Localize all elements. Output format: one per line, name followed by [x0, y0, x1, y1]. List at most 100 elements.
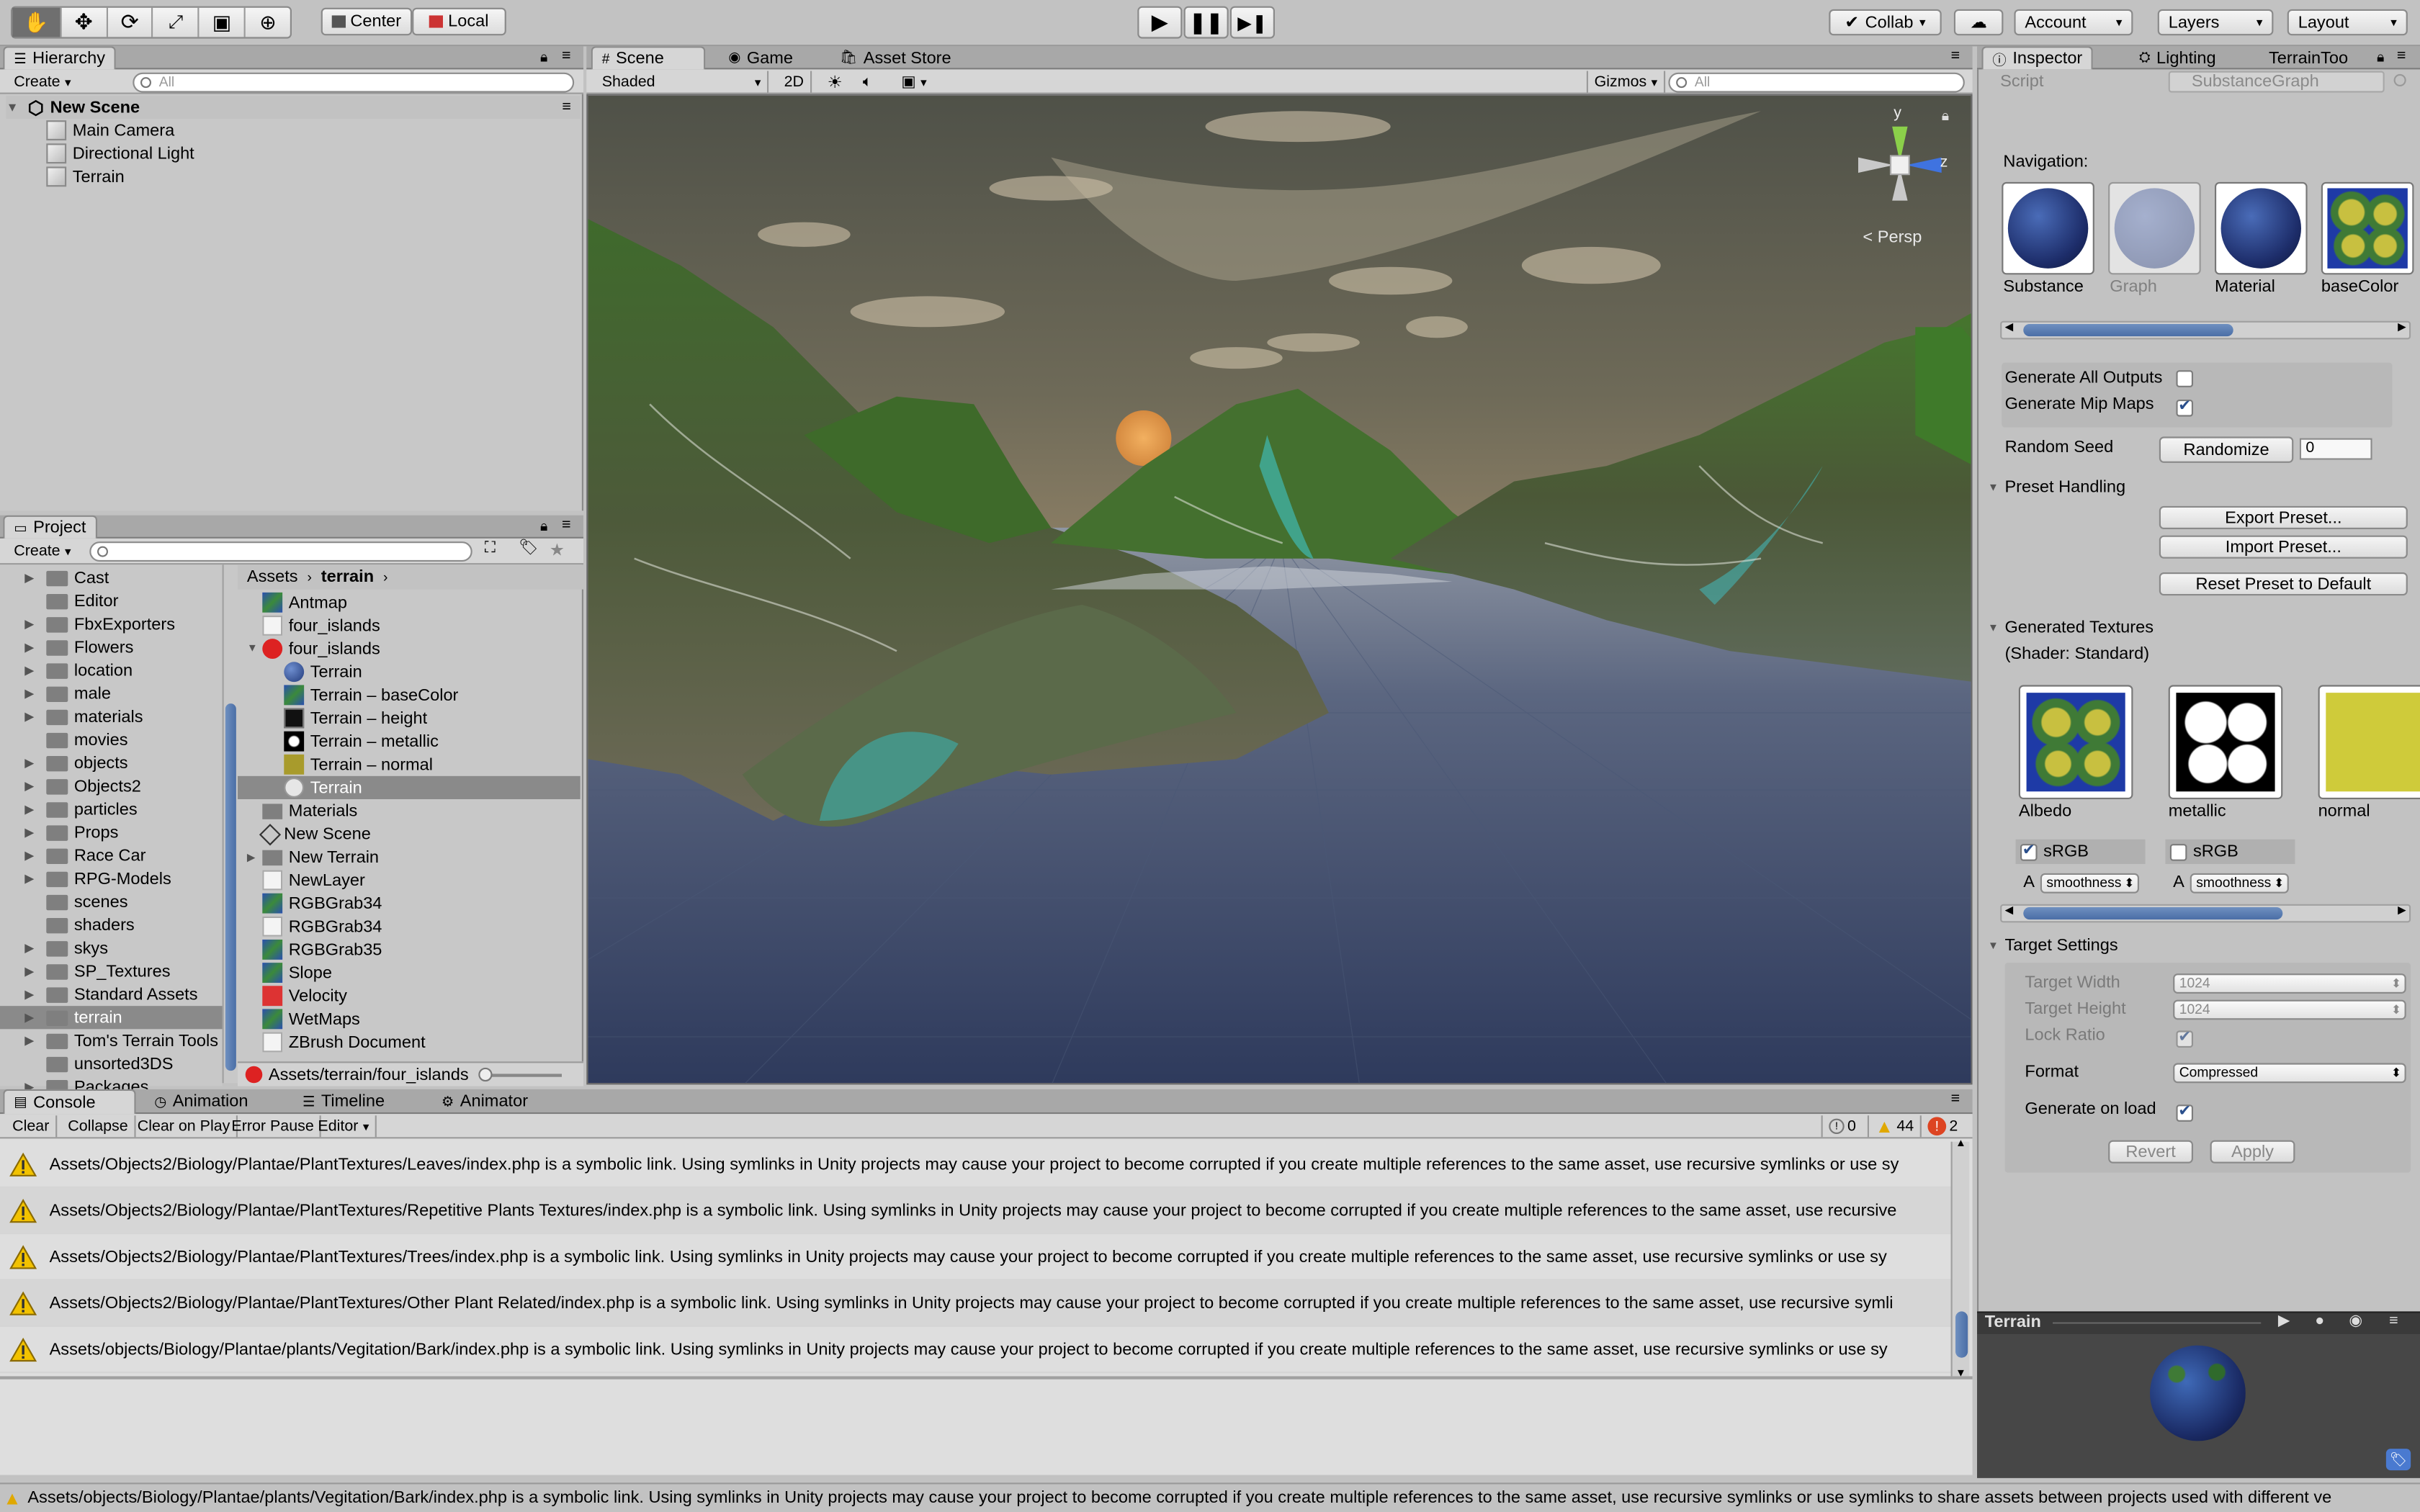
folder-item[interactable]: ▶ Standard Assets: [0, 983, 223, 1006]
asset-item[interactable]: ZBrush Document: [238, 1030, 581, 1053]
favorite-star-icon[interactable]: ★: [550, 540, 565, 560]
console-log-entry[interactable]: Assets/objects/Biology/Plantae/plants/Ve…: [0, 1326, 1951, 1374]
generate-on-load-checkbox[interactable]: ✔: [2176, 1102, 2193, 1121]
tab-animator[interactable]: ⚙ Animator: [432, 1089, 537, 1114]
folder-item[interactable]: unsorted3DS: [0, 1052, 223, 1075]
rotate-tool-icon[interactable]: ⟳: [106, 7, 152, 37]
metallic-texture-thumb[interactable]: [2168, 685, 2283, 799]
rect-tool-icon[interactable]: ▣: [197, 7, 244, 37]
effects-dropdown-icon[interactable]: ▣: [895, 71, 933, 93]
move-tool-icon[interactable]: ✥: [60, 7, 106, 37]
folder-item[interactable]: ▶ Props: [0, 821, 223, 844]
asset-item[interactable]: NewLayer: [238, 868, 581, 891]
account-dropdown[interactable]: Account ▾: [2014, 9, 2133, 36]
project-search-input[interactable]: [89, 541, 472, 562]
asset-item[interactable]: RGBGrab35: [238, 938, 581, 961]
folder-item[interactable]: ▶ particles: [0, 798, 223, 821]
normal-texture-thumb[interactable]: [2318, 685, 2420, 799]
hierarchy-item[interactable]: Main Camera: [46, 119, 174, 142]
tab-project[interactable]: ▭ Project: [3, 515, 97, 539]
nav-substance-thumb[interactable]: [2002, 181, 2094, 275]
error-count-toggle[interactable]: ! 2: [1919, 1115, 1964, 1138]
metallic-srgb-toggle[interactable]: sRGB: [2165, 839, 2295, 864]
icon-size-slider[interactable]: [481, 1074, 562, 1077]
reset-preset-button[interactable]: Reset Preset to Default: [2159, 572, 2408, 596]
lock-icon[interactable]: 🔒︎: [540, 50, 547, 67]
folder-item[interactable]: ▶ male: [0, 682, 223, 705]
gizmo-lock-icon[interactable]: 🔒︎: [1942, 108, 1949, 125]
generated-textures-foldout[interactable]: Generated Textures: [1988, 618, 2154, 637]
tab-game[interactable]: ◉ Game: [720, 46, 802, 69]
asset-item[interactable]: WetMaps: [238, 1007, 581, 1030]
albedo-srgb-toggle[interactable]: ✔ sRGB: [2015, 839, 2146, 864]
collab-button[interactable]: ✔ Collab ▾: [1829, 9, 1942, 36]
random-seed-input[interactable]: 0: [2299, 438, 2372, 460]
nav-basecolor-thumb[interactable]: [2321, 181, 2414, 275]
navigation-scrollbar[interactable]: ◀ ▶: [2000, 320, 2411, 340]
folder-item[interactable]: ▶ Cast: [0, 566, 223, 589]
lighting-toggle-icon[interactable]: ☀: [821, 71, 848, 93]
console-editor-dropdown[interactable]: Editor: [312, 1115, 377, 1138]
folder-item[interactable]: ▶ FbxExporters: [0, 613, 223, 636]
folder-item[interactable]: ▶ Tom's Terrain Tools: [0, 1029, 223, 1052]
project-create-button[interactable]: Create: [8, 540, 77, 562]
folder-item[interactable]: shaders: [0, 914, 223, 937]
export-preset-button[interactable]: Export Preset...: [2159, 505, 2408, 529]
scene-menu-icon[interactable]: ≡: [562, 99, 571, 116]
asset-item[interactable]: four_islands: [238, 614, 581, 637]
step-button[interactable]: ▶❚: [1229, 6, 1275, 39]
asset-item[interactable]: Slope: [238, 961, 581, 984]
generate-mip-maps-checkbox[interactable]: ✔: [2176, 397, 2193, 416]
folder-tree-scrollbar[interactable]: [222, 564, 238, 1084]
tab-terraintools[interactable]: TerrainToo: [2259, 46, 2357, 69]
albedo-texture-thumb[interactable]: [2018, 685, 2133, 799]
asset-item[interactable]: New Scene: [238, 822, 581, 845]
folder-item[interactable]: ▶ location: [0, 659, 223, 682]
transform-tool-icon[interactable]: ⊕: [243, 7, 290, 37]
target-settings-foldout[interactable]: Target Settings: [1988, 937, 2118, 955]
preview-light-icon[interactable]: ◉: [2349, 1313, 2362, 1331]
import-preset-button[interactable]: Import Preset...: [2159, 535, 2408, 559]
target-height-dropdown[interactable]: 1024: [2173, 999, 2406, 1020]
hand-tool-icon[interactable]: ✋: [12, 7, 60, 37]
breadcrumb-terrain[interactable]: terrain: [321, 568, 374, 587]
filter-type-icon[interactable]: ⛶: [485, 540, 496, 557]
folder-item[interactable]: ▶ Objects2: [0, 775, 223, 798]
filter-label-icon[interactable]: 🏷︎: [519, 540, 538, 557]
console-log-entry[interactable]: Assets/Objects2/Biology/Plantae/PlantTex…: [0, 1141, 1951, 1188]
asset-item[interactable]: Terrain: [238, 775, 581, 799]
randomize-button[interactable]: Randomize: [2159, 436, 2294, 463]
hierarchy-item[interactable]: Directional Light: [46, 142, 194, 165]
console-error-pause-button[interactable]: Error Pause: [225, 1115, 322, 1138]
tab-asset-store[interactable]: 🛍︎ Asset Store: [830, 46, 961, 69]
revert-button[interactable]: Revert: [2108, 1140, 2193, 1164]
console-scrollbar[interactable]: ▲ ▼: [1950, 1138, 1970, 1380]
cloud-button[interactable]: ☁: [1953, 9, 2004, 36]
nav-material-thumb[interactable]: [2215, 181, 2308, 275]
folder-item[interactable]: scenes: [0, 890, 223, 913]
warning-count-toggle[interactable]: ▲ 44: [1867, 1115, 1920, 1138]
info-count-toggle[interactable]: ! 0: [1821, 1115, 1863, 1138]
preview-play-icon[interactable]: ▶: [2278, 1313, 2290, 1331]
hierarchy-search-input[interactable]: All: [133, 72, 575, 93]
hierarchy-create-button[interactable]: Create: [8, 71, 77, 93]
folder-item[interactable]: ▶ Flowers: [0, 636, 223, 659]
preview-sphere-icon[interactable]: ●: [2315, 1313, 2324, 1331]
shading-mode-dropdown[interactable]: Shaded: [596, 71, 769, 93]
scene-search-input[interactable]: All: [1668, 72, 1965, 93]
asset-item[interactable]: ▶ New Terrain: [238, 845, 581, 868]
script-dot-icon[interactable]: [2393, 73, 2406, 86]
hierarchy-item[interactable]: Terrain: [46, 165, 125, 188]
panel-menu-icon[interactable]: ≡: [2389, 1313, 2398, 1331]
target-width-dropdown[interactable]: 1024: [2173, 973, 2406, 994]
tab-hierarchy[interactable]: ☰ Hierarchy: [3, 46, 117, 70]
generate-all-outputs-checkbox[interactable]: [2176, 370, 2193, 392]
lock-icon[interactable]: 🔒︎: [540, 518, 547, 536]
layers-dropdown[interactable]: Layers ▾: [2157, 9, 2274, 36]
console-clear-on-play-button[interactable]: Clear on Play: [131, 1115, 238, 1138]
folder-item[interactable]: ▶ SP_Textures: [0, 960, 223, 983]
tab-scene[interactable]: # Scene: [591, 46, 706, 70]
asset-item[interactable]: ▼ four_islands: [238, 637, 581, 660]
audio-toggle-icon[interactable]: 🔈︎: [856, 71, 878, 93]
lock-ratio-checkbox[interactable]: ✔: [2176, 1027, 2193, 1047]
